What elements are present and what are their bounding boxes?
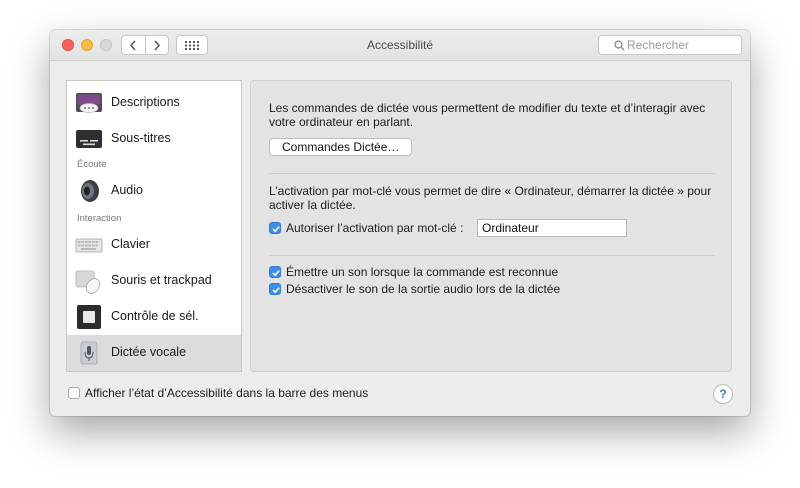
section-header-ecoute: Écoute xyxy=(77,159,107,170)
sidebar-item-label: Souris et trackpad xyxy=(111,273,212,287)
sidebar-item-descriptions[interactable]: Descriptions xyxy=(67,85,241,121)
divider xyxy=(269,173,715,174)
grid-icon xyxy=(185,41,199,50)
checkbox[interactable] xyxy=(68,387,80,399)
sidebar-item-label: Sous-titres xyxy=(111,131,171,145)
sidebar-item-keyboard[interactable]: Clavier xyxy=(67,227,241,263)
sidebar-item-label: Audio xyxy=(111,183,143,197)
back-button[interactable] xyxy=(122,36,146,54)
category-sidebar: Descriptions Sous-titres Écoute Audio In… xyxy=(66,80,242,372)
checkbox[interactable] xyxy=(269,266,281,278)
help-button[interactable]: ? xyxy=(713,384,733,404)
preferences-window: Accessibilité Rechercher Descriptions So… xyxy=(50,30,750,416)
subtitles-icon xyxy=(75,125,103,153)
forward-button[interactable] xyxy=(146,36,169,54)
checkbox-label: Émettre un son lorsque la commande est r… xyxy=(286,265,559,279)
sidebar-item-label: Clavier xyxy=(111,237,150,251)
dictation-commands-button[interactable]: Commandes Dictée… xyxy=(269,138,413,156)
chevron-left-icon xyxy=(129,40,136,51)
title-bar: Accessibilité Rechercher xyxy=(50,30,750,61)
chevron-right-icon xyxy=(154,40,161,51)
checkmark-icon xyxy=(272,226,280,233)
switch-control-icon xyxy=(75,303,103,331)
divider xyxy=(269,255,715,256)
navigation-buttons xyxy=(121,35,169,55)
search-placeholder: Rechercher xyxy=(627,38,690,52)
sidebar-item-label: Dictée vocale xyxy=(111,345,187,359)
sidebar-item-label: Descriptions xyxy=(111,95,180,109)
close-button[interactable] xyxy=(62,39,74,51)
sidebar-item-subtitles[interactable]: Sous-titres xyxy=(67,121,241,157)
dictation-panel: Les commandes de dictée vous permettent … xyxy=(250,80,732,372)
sidebar-item-mouse-trackpad[interactable]: Souris et trackpad xyxy=(67,263,241,299)
checkbox[interactable] xyxy=(269,283,281,295)
sidebar-item-switch-control[interactable]: Contrôle de sél. xyxy=(67,299,241,335)
search-icon xyxy=(614,40,625,51)
mouse-icon xyxy=(75,267,103,295)
microphone-icon xyxy=(75,339,103,367)
checkbox-label: Désactiver le son de la sortie audio lor… xyxy=(286,282,561,296)
zoom-button[interactable] xyxy=(100,39,112,51)
section-header-interaction: Interaction xyxy=(77,213,122,224)
checkbox-label: Autoriser l’activation par mot-clé : xyxy=(286,221,464,235)
show-all-button[interactable] xyxy=(176,35,208,55)
sidebar-item-dictation[interactable]: Dictée vocale xyxy=(67,335,241,371)
checkmark-icon xyxy=(272,287,280,294)
speaker-icon xyxy=(75,177,103,205)
search-field[interactable]: Rechercher xyxy=(598,35,742,55)
checkbox-label: Afficher l’état d’Accessibilité dans la … xyxy=(85,386,369,400)
sidebar-item-label: Contrôle de sél. xyxy=(111,309,199,323)
checkbox[interactable] xyxy=(269,222,281,234)
keyword-input[interactable]: Ordinateur xyxy=(477,219,627,237)
checkmark-icon xyxy=(272,270,280,277)
minimize-button[interactable] xyxy=(81,39,93,51)
keyword-text: L’activation par mot-clé vous permet de … xyxy=(269,184,712,212)
sidebar-item-audio[interactable]: Audio xyxy=(67,173,241,209)
descriptions-icon xyxy=(75,89,103,117)
keyboard-icon xyxy=(75,231,103,259)
intro-text: Les commandes de dictée vous permettent … xyxy=(269,101,706,129)
